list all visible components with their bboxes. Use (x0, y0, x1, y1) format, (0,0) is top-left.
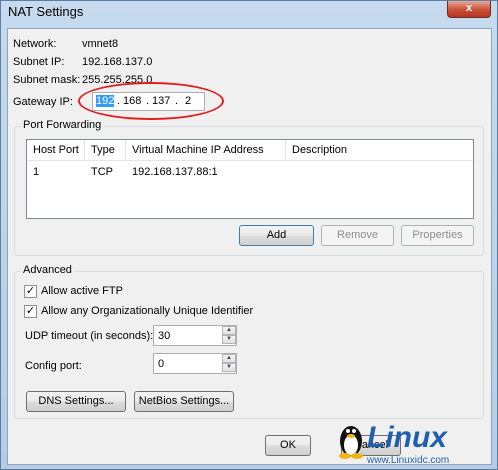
udp-timeout-up-arrow-icon[interactable]: ▲ (222, 326, 236, 335)
nat-settings-window: NAT Settings x Network: vmnet8 Subnet IP… (0, 0, 498, 470)
udp-timeout-stepper[interactable]: 30 ▲ ▼ (153, 325, 237, 346)
gateway-octet-4[interactable]: 2 (185, 95, 191, 107)
linuxidc-watermark: Linux www.Linuxidc.com (339, 421, 449, 466)
column-host-port[interactable]: Host Port (27, 140, 85, 160)
udp-timeout-value[interactable]: 30 (158, 330, 170, 342)
title-bar[interactable]: NAT Settings x (1, 1, 497, 23)
column-type[interactable]: Type (85, 140, 126, 160)
oui-label[interactable]: Allow any Organizationally Unique Identi… (41, 305, 253, 317)
column-vm-ip[interactable]: Virtual Machine IP Address (126, 140, 286, 160)
active-ftp-label[interactable]: Allow active FTP (41, 285, 123, 297)
config-port-up-arrow-icon[interactable]: ▲ (222, 354, 236, 363)
dns-settings-button[interactable]: DNS Settings... (26, 391, 126, 412)
port-forwarding-list[interactable]: Host Port Type Virtual Machine IP Addres… (26, 139, 474, 219)
udp-timeout-down-arrow-icon[interactable]: ▼ (222, 335, 236, 344)
row-host-port: 1 (33, 166, 40, 178)
gateway-dot-2: . (146, 95, 150, 107)
config-port-down-arrow-icon[interactable]: ▼ (222, 363, 236, 372)
config-port-stepper[interactable]: 0 ▲ ▼ (153, 353, 237, 374)
subnet-ip-label: Subnet IP: (13, 56, 65, 68)
tux-logo-icon (339, 426, 363, 459)
subnet-mask-label: Subnet mask: (13, 74, 81, 86)
gateway-octet-1[interactable]: 192 (96, 95, 115, 107)
network-value: vmnet8 (82, 38, 119, 50)
config-port-label: Config port: (25, 360, 82, 372)
row-vm-ip: 192.168.137.88:1 (132, 166, 218, 178)
row-type: TCP (91, 166, 113, 178)
close-button[interactable]: x (447, 1, 491, 18)
netbios-settings-button[interactable]: NetBios Settings... (134, 391, 234, 412)
network-label: Network: (13, 38, 57, 50)
gateway-dot-3: . (175, 95, 179, 107)
advanced-title: Advanced (21, 264, 74, 276)
list-header: Host Port Type Virtual Machine IP Addres… (27, 140, 473, 161)
add-button[interactable]: Add (239, 225, 314, 246)
config-port-value[interactable]: 0 (158, 358, 164, 370)
window-title: NAT Settings (8, 4, 84, 19)
ok-button[interactable]: OK (265, 435, 311, 456)
gateway-ip-label: Gateway IP: (13, 96, 73, 108)
active-ftp-checkbox[interactable]: ✓ (24, 285, 37, 298)
dialog-body: Network: vmnet8 Subnet IP: 192.168.137.0… (7, 28, 492, 465)
gateway-octet-2[interactable]: 168 (123, 95, 141, 107)
column-description[interactable]: Description (286, 140, 473, 160)
remove-button[interactable]: Remove (321, 225, 394, 246)
subnet-ip-value: 192.168.137.0 (82, 56, 153, 68)
port-forwarding-title: Port Forwarding (21, 119, 104, 131)
watermark-brand: Linux (367, 421, 448, 454)
oui-checkbox[interactable]: ✓ (24, 305, 37, 318)
gateway-ip-field[interactable]: 192 . 168 . 137 . 2 (92, 92, 205, 111)
properties-button[interactable]: Properties (401, 225, 474, 246)
gateway-dot-1: . (117, 95, 121, 107)
subnet-mask-value: 255.255.255.0 (82, 74, 153, 86)
watermark-site: www.Linuxidc.com (366, 455, 449, 466)
gateway-octet-3[interactable]: 137 (152, 95, 170, 107)
udp-timeout-label: UDP timeout (in seconds): (25, 330, 154, 342)
